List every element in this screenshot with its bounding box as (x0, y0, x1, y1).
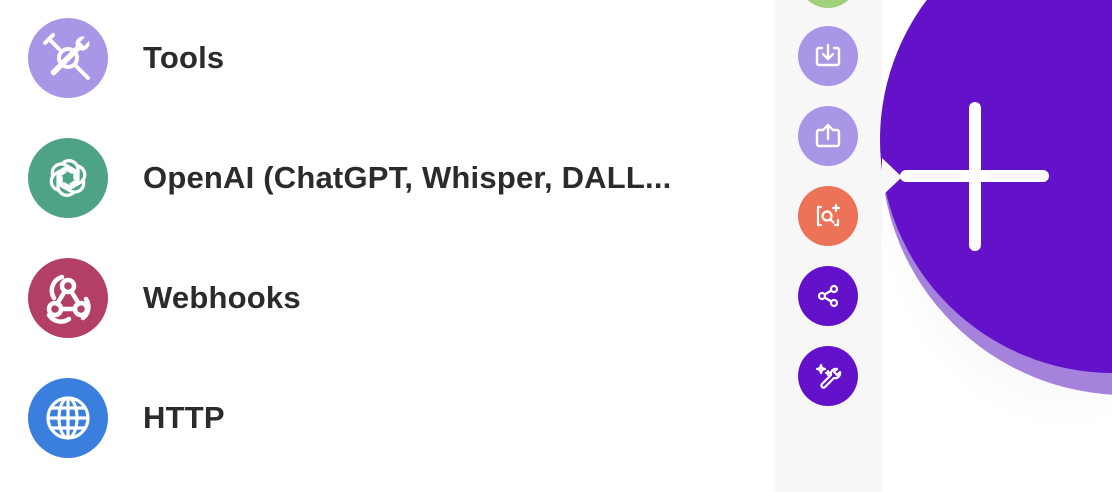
app-item-openai[interactable]: OpenAI (ChatGPT, Whisper, DALL... (28, 136, 748, 220)
app-item-webhooks[interactable]: Webhooks (28, 256, 748, 340)
import-button[interactable] (798, 26, 858, 86)
globe-icon (28, 378, 108, 458)
tools-icon (28, 18, 108, 98)
app-item-http[interactable]: HTTP (28, 376, 748, 460)
app-label: Tools (143, 40, 225, 75)
add-module-notch (882, 158, 902, 196)
app-item-tools[interactable]: Tools (28, 16, 748, 100)
search-scan-icon (816, 203, 841, 227)
app-list: Tools OpenAI (ChatGPT, Whisper, DALL... (0, 0, 760, 492)
scenario-toolbar (775, 0, 882, 492)
app-label: Webhooks (143, 280, 301, 315)
plus-icon-horizontal (900, 170, 1049, 182)
explain-flow-button[interactable] (798, 186, 858, 246)
share-button[interactable] (798, 266, 858, 326)
auto-align-button[interactable] (798, 346, 858, 406)
app-label: OpenAI (ChatGPT, Whisper, DALL... (143, 160, 672, 195)
import-icon (815, 43, 841, 67)
share-icon (817, 284, 839, 308)
magic-wrench-icon (815, 363, 842, 389)
export-icon (815, 123, 841, 148)
app-label: HTTP (143, 400, 225, 435)
scenario-editor: Tools OpenAI (ChatGPT, Whisper, DALL... (0, 0, 1112, 492)
openai-icon (28, 138, 108, 218)
toolbar-button-partial[interactable] (798, 0, 858, 8)
webhooks-icon (28, 258, 108, 338)
export-button[interactable] (798, 106, 858, 166)
